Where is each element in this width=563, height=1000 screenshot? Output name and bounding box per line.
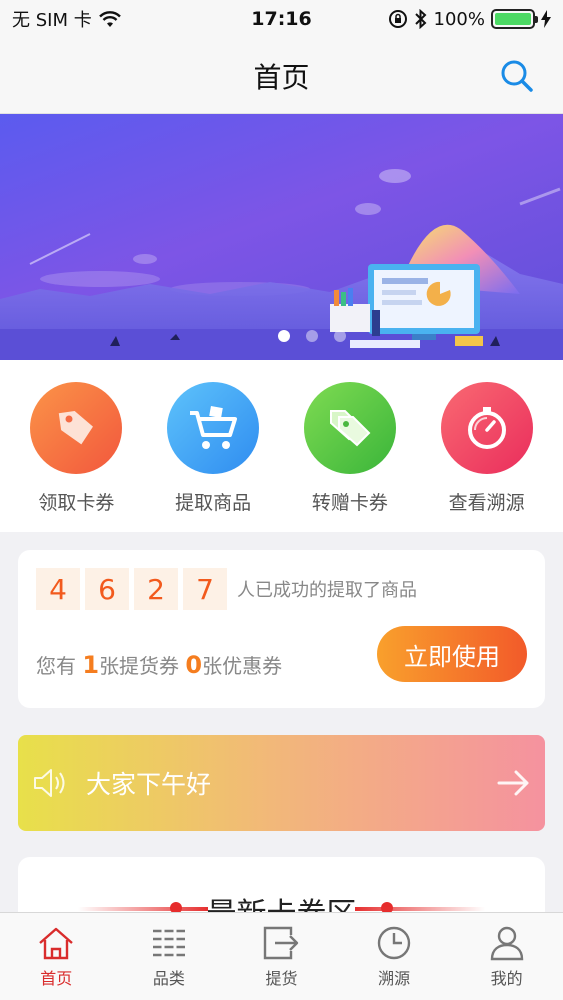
home-icon xyxy=(39,927,74,959)
pickup-icon xyxy=(264,926,299,959)
status-bar: 无 SIM 卡 17:16 100% xyxy=(0,0,563,38)
counter-digit: 7 xyxy=(183,568,227,610)
battery-icon xyxy=(491,9,538,29)
banner-illustration xyxy=(0,169,563,360)
carousel-dot[interactable] xyxy=(333,330,346,342)
rotation-lock-icon xyxy=(388,10,407,28)
action-label: 查看溯源 xyxy=(448,492,525,514)
carousel-dot[interactable] xyxy=(277,330,290,342)
tab-bar: 首页 品类 提货 溯源 我的 xyxy=(0,912,563,1000)
category-icon xyxy=(152,926,185,959)
action-transfer-coupon[interactable]: 转赠卡券 xyxy=(290,382,410,532)
speaker-icon xyxy=(34,769,65,797)
use-now-button[interactable]: 立即使用 xyxy=(377,626,527,682)
tab-label: 提货 xyxy=(265,968,298,988)
search-icon[interactable] xyxy=(497,56,537,96)
coupon-prefix: 您有 xyxy=(36,654,76,678)
tab-pickup[interactable]: 提货 xyxy=(225,913,338,1000)
carousel-dot[interactable] xyxy=(305,330,318,342)
quick-actions: 领取卡券 提取商品 转赠卡券 查看溯源 xyxy=(0,360,563,532)
discount-coupon-count: 0 xyxy=(185,651,203,679)
stopwatch-icon xyxy=(440,382,533,474)
title-decoration xyxy=(355,907,485,911)
counter-caption: 人已成功的提取了商品 xyxy=(237,580,417,601)
action-label: 转赠卡券 xyxy=(311,492,388,514)
discount-coupon-label: 张优惠券 xyxy=(202,654,283,678)
action-label: 领取卡券 xyxy=(38,492,115,514)
banner-carousel[interactable] xyxy=(0,114,563,360)
tab-trace[interactable]: 溯源 xyxy=(338,913,451,1000)
tab-label: 品类 xyxy=(152,968,185,988)
tab-home[interactable]: 首页 xyxy=(0,913,113,1000)
clock-icon xyxy=(377,926,411,959)
nav-bar: 首页 xyxy=(0,38,563,114)
tab-label: 我的 xyxy=(490,968,523,988)
tags-icon xyxy=(303,382,396,474)
action-claim-coupon[interactable]: 领取卡券 xyxy=(16,382,136,532)
battery-percent: 100% xyxy=(433,8,485,30)
action-label: 提取商品 xyxy=(175,492,252,514)
carrier-label: 无 SIM 卡 xyxy=(12,10,92,31)
bluetooth-icon xyxy=(414,9,426,29)
charging-icon xyxy=(541,10,551,28)
page-title: 首页 xyxy=(253,60,310,94)
cart-icon xyxy=(167,382,260,474)
coupon-summary: 您有 1张提货券 0张优惠券 xyxy=(36,650,282,679)
greeting-text: 大家下午好 xyxy=(86,770,212,799)
tab-category[interactable]: 品类 xyxy=(113,913,226,1000)
pickup-stats-card: 4 6 2 7 人已成功的提取了商品 您有 1张提货券 0张优惠券 立即使用 xyxy=(18,550,545,708)
wifi-icon xyxy=(98,11,121,27)
action-view-trace[interactable]: 查看溯源 xyxy=(427,382,547,532)
counter-digit: 6 xyxy=(85,568,129,610)
user-icon xyxy=(490,926,523,960)
tag-icon xyxy=(30,382,123,474)
tab-profile[interactable]: 我的 xyxy=(450,913,563,1000)
pickup-counter: 4 6 2 7 人已成功的提取了商品 xyxy=(36,568,417,610)
clock-time: 17:16 xyxy=(251,8,312,30)
tab-label: 溯源 xyxy=(378,968,411,988)
carousel-indicator xyxy=(0,330,563,342)
action-pickup-goods[interactable]: 提取商品 xyxy=(153,382,273,532)
tab-label: 首页 xyxy=(40,968,73,988)
counter-digit: 2 xyxy=(134,568,178,610)
pickup-coupon-label: 张提货券 xyxy=(99,654,180,678)
counter-digit: 4 xyxy=(36,568,80,610)
arrow-right-icon[interactable] xyxy=(497,769,531,797)
pickup-coupon-count: 1 xyxy=(82,651,100,679)
greeting-banner[interactable]: 大家下午好 xyxy=(18,735,545,831)
